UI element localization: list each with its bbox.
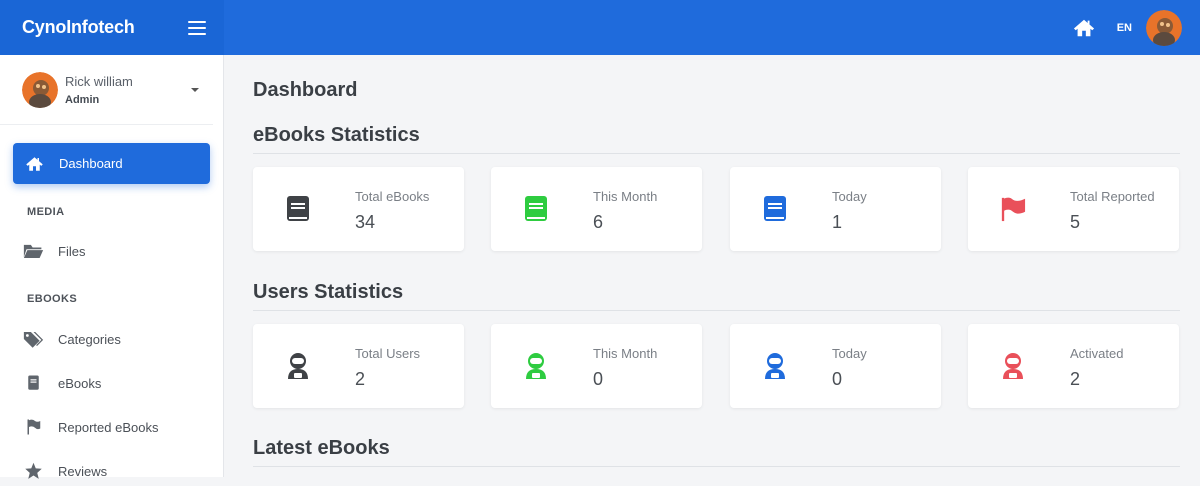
avatar[interactable]: [1146, 9, 1182, 46]
book-icon: [28, 375, 39, 390]
sidebar-item-label: Categories: [58, 331, 121, 347]
folder-open-icon: [23, 244, 44, 258]
sidebar-item-reported-ebooks[interactable]: Reported eBooks: [13, 412, 210, 442]
brand-area: CynoInfotech: [0, 0, 224, 55]
sidebar-item-label: eBooks: [58, 375, 102, 391]
user-name: Rick william: [65, 73, 133, 89]
user-astronaut-icon: [1003, 353, 1023, 379]
stat-label: Total eBooks: [355, 189, 430, 204]
top-right-actions: EN: [1073, 0, 1182, 55]
stat-label: Total Reported: [1070, 189, 1155, 204]
flag-icon: [1001, 197, 1026, 222]
sidebar: Rick william Admin Dashboard MEDIA Files…: [0, 55, 224, 479]
ebooks-statistics-heading: eBooks Statistics: [253, 124, 1180, 154]
stat-label: This Month: [593, 189, 658, 204]
menu-toggle-icon[interactable]: [188, 20, 206, 35]
stat-value: 2: [1070, 369, 1081, 389]
sidebar-item-ebooks[interactable]: eBooks: [13, 368, 210, 398]
book-icon: [525, 196, 547, 221]
stat-value: 34: [355, 212, 376, 232]
home-icon[interactable]: [1073, 17, 1095, 39]
user-astronaut-icon: [288, 353, 308, 379]
stat-value: 2: [355, 369, 366, 389]
stat-value: 5: [1070, 212, 1081, 232]
stat-card-total-users[interactable]: Total Users 2: [253, 324, 464, 408]
stat-card-ebooks-this-month[interactable]: This Month 6: [491, 167, 702, 251]
stat-value: 1: [832, 212, 843, 232]
stat-value: 6: [593, 212, 604, 232]
stat-card-total-ebooks[interactable]: Total eBooks 34: [253, 167, 464, 251]
sidebar-item-label: Files: [58, 243, 86, 259]
sidebar-item-label: Reported eBooks: [58, 419, 159, 435]
sidebar-item-label: Dashboard: [59, 156, 123, 171]
caret-down-icon[interactable]: [191, 87, 199, 92]
stat-value: 0: [832, 369, 843, 389]
brand-logo-text[interactable]: CynoInfotech: [22, 17, 135, 38]
page-title: Dashboard: [253, 79, 358, 101]
stat-label: This Month: [593, 346, 658, 361]
latest-ebooks-heading: Latest eBooks: [253, 437, 1180, 467]
flag-icon: [27, 419, 41, 435]
star-icon: [25, 462, 42, 479]
stat-label: Activated: [1070, 346, 1124, 361]
stat-card-activated-users[interactable]: Activated 2: [968, 324, 1179, 408]
sidebar-item-categories[interactable]: Categories: [13, 324, 210, 354]
main-content: Dashboard eBooks Statistics Total eBooks…: [224, 55, 1200, 477]
stat-card-users-this-month[interactable]: This Month 0: [491, 324, 702, 408]
stat-value: 0: [593, 369, 604, 389]
users-statistics-heading: Users Statistics: [253, 281, 1180, 311]
sidebar-section-ebooks: EBOOKS: [27, 293, 78, 305]
user-panel[interactable]: Rick william Admin: [0, 55, 213, 125]
stat-card-total-reported[interactable]: Total Reported 5: [968, 167, 1179, 251]
stat-label: Total Users: [355, 346, 421, 361]
user-avatar: [22, 71, 58, 108]
stat-card-users-today[interactable]: Today 0: [730, 324, 941, 408]
sidebar-item-label: Reviews: [58, 463, 108, 479]
sidebar-item-files[interactable]: Files: [13, 236, 210, 266]
stat-label: Today: [832, 346, 867, 361]
user-astronaut-icon: [765, 353, 785, 379]
stat-label: Today: [832, 189, 867, 204]
home-icon: [26, 156, 43, 171]
sidebar-item-dashboard[interactable]: Dashboard: [13, 143, 210, 184]
tags-icon: [23, 332, 44, 348]
user-info: Rick william Admin: [65, 74, 191, 106]
book-icon: [287, 196, 309, 221]
sidebar-section-media: MEDIA: [27, 206, 65, 218]
language-selector[interactable]: EN: [1117, 22, 1132, 34]
user-role: Admin: [65, 93, 100, 106]
book-icon: [764, 196, 786, 221]
top-navbar: CynoInfotech EN: [0, 0, 1200, 55]
stat-card-ebooks-today[interactable]: Today 1: [730, 167, 941, 251]
sidebar-item-reviews[interactable]: Reviews: [13, 456, 210, 486]
user-astronaut-icon: [526, 353, 546, 379]
